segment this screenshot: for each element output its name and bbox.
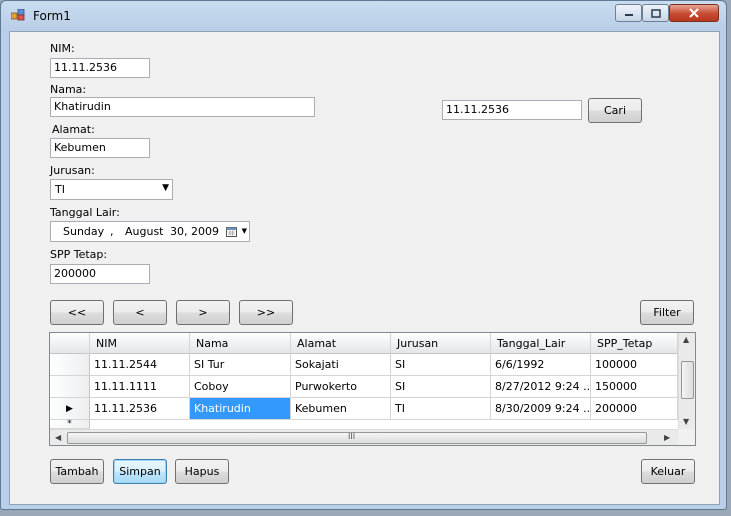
spp-tetap-label: SPP Tetap: bbox=[50, 248, 108, 261]
simpan-button[interactable]: Simpan bbox=[113, 459, 167, 484]
search-input[interactable]: 11.11.2536 bbox=[442, 100, 582, 120]
calendar-icon[interactable] bbox=[226, 226, 237, 237]
table-cell[interactable]: 100000 bbox=[591, 354, 678, 376]
table-cell[interactable]: TI bbox=[391, 398, 491, 420]
nim-label: NIM: bbox=[50, 42, 75, 55]
column-header-tanggal-lair[interactable]: Tanggal_Lair bbox=[491, 333, 591, 354]
last-record-button[interactable]: >> bbox=[239, 300, 293, 325]
table-cell[interactable]: SI Tur bbox=[190, 354, 291, 376]
title-bar[interactable]: Form1 bbox=[1, 1, 726, 29]
maximize-icon bbox=[650, 8, 661, 18]
form-client-area: NIM: 11.11.2536 Nama: Khatirudin Alamat:… bbox=[9, 31, 720, 505]
table-cell[interactable]: SI bbox=[391, 354, 491, 376]
table-cell[interactable]: 8/27/2012 9:24 ... bbox=[491, 376, 591, 398]
row-header[interactable] bbox=[50, 354, 90, 376]
table-cell[interactable]: Purwokerto bbox=[291, 376, 391, 398]
row-header-new[interactable]: * bbox=[50, 420, 90, 429]
vertical-scroll-thumb[interactable] bbox=[681, 361, 694, 399]
date-day-year: 30, 2009 bbox=[170, 225, 219, 238]
chevron-down-icon: ▼ bbox=[162, 183, 169, 193]
table-cell[interactable]: 11.11.2544 bbox=[90, 354, 190, 376]
minimize-button[interactable] bbox=[615, 4, 642, 22]
jurusan-select[interactable]: TI ▼ bbox=[50, 179, 173, 200]
tanggal-lair-datepicker[interactable]: Sunday , August 30, 2009 ▼ bbox=[50, 221, 250, 242]
table-cell[interactable]: SI bbox=[391, 376, 491, 398]
scrollbar-corner bbox=[678, 429, 695, 445]
table-cell[interactable]: 6/6/1992 bbox=[491, 354, 591, 376]
window-title: Form1 bbox=[33, 9, 71, 23]
grid-viewport: NIM Nama Alamat Jurusan Tanggal_Lair SPP… bbox=[50, 333, 678, 429]
table-cell[interactable]: Coboy bbox=[190, 376, 291, 398]
hapus-button[interactable]: Hapus bbox=[175, 459, 229, 484]
date-day: Sunday bbox=[63, 225, 105, 238]
table-cell[interactable]: Sokajati bbox=[291, 354, 391, 376]
column-header-nama[interactable]: Nama bbox=[190, 333, 291, 354]
table-cell-selected[interactable]: Khatirudin bbox=[190, 398, 291, 420]
keluar-button[interactable]: Keluar bbox=[641, 459, 695, 484]
vertical-scrollbar[interactable]: ▲ ▼ bbox=[678, 333, 695, 429]
date-comma: , bbox=[110, 225, 114, 238]
filter-button[interactable]: Filter bbox=[640, 300, 694, 325]
nama-label: Nama: bbox=[50, 83, 87, 96]
form1-window: Form1 NIM: 11.11.2536 Nama: Khatirudin A… bbox=[0, 0, 727, 510]
data-grid[interactable]: NIM Nama Alamat Jurusan Tanggal_Lair SPP… bbox=[49, 332, 696, 446]
scroll-grip: III bbox=[348, 432, 356, 441]
table-cell[interactable]: 11.11.1111 bbox=[90, 376, 190, 398]
row-header[interactable] bbox=[50, 376, 90, 398]
row-header-current[interactable]: ▶ bbox=[50, 398, 90, 420]
table-cell[interactable]: Kebumen bbox=[291, 398, 391, 420]
horizontal-scrollbar[interactable]: ◀ III ▶ bbox=[50, 429, 678, 445]
nim-input[interactable]: 11.11.2536 bbox=[50, 58, 150, 78]
first-record-button[interactable]: << bbox=[50, 300, 104, 325]
scroll-down-icon[interactable]: ▼ bbox=[683, 417, 689, 426]
scroll-left-icon[interactable]: ◀ bbox=[55, 433, 61, 442]
app-icon bbox=[11, 9, 25, 21]
scroll-up-icon[interactable]: ▲ bbox=[683, 335, 689, 344]
maximize-button[interactable] bbox=[642, 4, 669, 22]
nama-input[interactable]: Khatirudin bbox=[50, 97, 315, 117]
column-header-nim[interactable]: NIM bbox=[90, 333, 190, 354]
column-header-alamat[interactable]: Alamat bbox=[291, 333, 391, 354]
minimize-icon bbox=[624, 14, 633, 16]
table-cell[interactable]: 200000 bbox=[591, 398, 678, 420]
table-cell[interactable]: 11.11.2536 bbox=[90, 398, 190, 420]
column-header-spp-tetap[interactable]: SPP_Tetap bbox=[591, 333, 678, 354]
jurusan-selected-value: TI bbox=[55, 183, 65, 196]
tanggal-lair-label: Tanggal Lair: bbox=[50, 206, 120, 219]
date-month: August bbox=[125, 225, 164, 238]
table-cell[interactable]: 8/30/2009 9:24 ... bbox=[491, 398, 591, 420]
scroll-right-icon[interactable]: ▶ bbox=[664, 433, 670, 442]
next-record-button[interactable]: > bbox=[176, 300, 230, 325]
alamat-input[interactable]: Kebumen bbox=[50, 138, 150, 158]
table-cell[interactable]: 150000 bbox=[591, 376, 678, 398]
column-header-jurusan[interactable]: Jurusan bbox=[391, 333, 491, 354]
horizontal-scroll-thumb[interactable]: III bbox=[67, 432, 647, 444]
grid-corner-header[interactable] bbox=[50, 333, 90, 354]
jurusan-label: Jurusan: bbox=[50, 164, 95, 177]
previous-record-button[interactable]: < bbox=[113, 300, 167, 325]
close-button[interactable] bbox=[669, 4, 719, 22]
tambah-button[interactable]: Tambah bbox=[50, 459, 104, 484]
alamat-label: Alamat: bbox=[52, 123, 95, 136]
spp-tetap-input[interactable]: 200000 bbox=[50, 264, 150, 284]
close-icon bbox=[689, 8, 699, 18]
chevron-down-icon[interactable]: ▼ bbox=[242, 227, 247, 235]
cari-button[interactable]: Cari bbox=[588, 98, 642, 123]
